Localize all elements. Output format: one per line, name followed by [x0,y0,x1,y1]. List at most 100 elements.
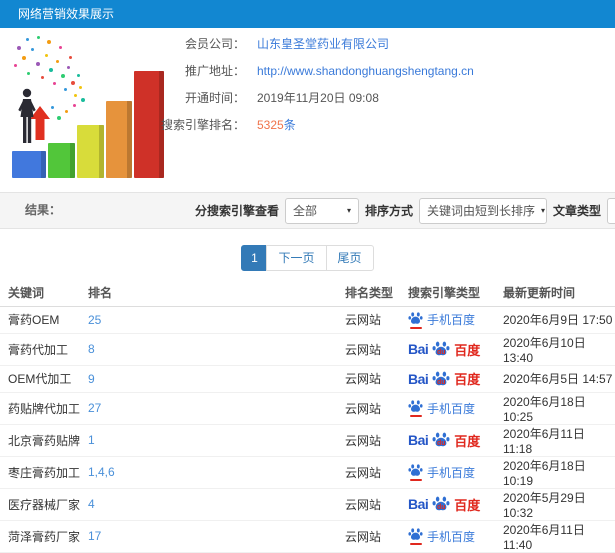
engine-filter-value: 全部 [293,204,318,218]
count-suffix: 条 [283,118,296,132]
confetti-dot [49,68,53,72]
bar-chart-bar [12,151,46,178]
rank-link[interactable]: 25 [88,313,101,327]
engine-label: 手机百度 [427,529,476,544]
rank-link[interactable]: 17 [88,529,101,543]
rank-type-cell: 云网站 [345,392,408,425]
filter-bar: 结果： 分搜索引擎查看 全部 ▾ 排序方式 关键词由短到长排序 ▾ 文章类型 全… [0,192,615,229]
mobile-baidu-icon [408,527,423,545]
confetti-dot [64,88,67,91]
mobile-baidu-icon [408,399,423,417]
engine-filter-label: 分搜索引擎查看 [195,204,280,218]
article-filter-label: 文章类型 [553,204,602,218]
mobile-baidu-badge[interactable]: 手机百度 [408,399,475,417]
engine-label: 手机百度 [427,465,476,480]
info-fields: 会员公司： 山东皇圣堂药业有限公司 推广地址： http://www.shandong… [115,30,605,138]
confetti-dot [36,62,40,66]
engine-cell: Bai du 百度 [408,365,503,393]
sort-filter-select[interactable]: 关键词由短到长排序 ▾ [419,197,548,224]
col-rank-type: 排名类型 [345,280,408,307]
info-label: 开通时间： [184,91,245,105]
paw-underline [409,543,422,545]
info-value-link[interactable]: 山东皇圣堂药业有限公司 [257,35,389,52]
updated-cell: 2020年6月11日 11:40 [503,520,615,553]
chevron-down-icon: ▾ [347,206,352,215]
rank-type-cell: 云网站 [345,488,408,521]
info-label: 会员公司： [184,37,245,51]
search-engine-rank-count[interactable]: 5325条 [257,116,296,133]
count-number: 5325 [257,118,284,132]
updated-cell: 2020年6月5日 14:57 [503,365,615,393]
table-row: 膏药代加工 8 云网站 Bai du 百度 2020年6月10日 13:40 [0,333,615,366]
mobile-baidu-badge[interactable]: 手机百度 [408,311,475,329]
confetti-dot [27,72,30,75]
updated-cell: 2020年6月9日 17:50 [503,306,615,334]
updated-cell: 2020年5月29日 10:32 [503,488,615,521]
sort-filter-label: 排序方式 [365,204,414,218]
baidu-logo-badge[interactable]: Bai du 百度 [408,369,480,388]
table-row: 北京膏药贴牌 1 云网站 Bai du 百度 2020年6月11日 11:18 [0,424,615,457]
col-keyword: 关键词 [0,280,88,307]
baidu-paw-du-icon: du [432,370,450,388]
baidu-logo-text-bai: Bai [408,370,429,387]
baidu-paw-icon [408,400,423,412]
confetti-dot [47,40,51,44]
last-page-button[interactable]: 尾页 [325,245,374,271]
mobile-baidu-icon [408,311,423,329]
engine-cell: Bai du 百度 [408,488,503,521]
keyword-cell: 药贴牌代加工 [0,392,88,425]
keyword-cell: OEM代加工 [0,365,88,393]
paw-underline [409,326,422,329]
baidu-logo-text-cn: 百度 [454,372,481,387]
engine-filter-select[interactable]: 全部 ▾ [285,197,360,224]
rank-link[interactable]: 1 [88,433,95,447]
page-1-button[interactable]: 1 [241,245,268,271]
paw-underline [409,479,422,481]
table-row: 药贴牌代加工 27 云网站 手机百度 2020年6月18日 10:25 [0,392,615,425]
table-row: 医疗器械厂家 4 云网站 Bai du 百度 2020年5月29日 10:32 [0,488,615,521]
rank-link[interactable]: 8 [88,342,95,356]
baidu-logo-text-du: du [437,349,446,356]
rank-link[interactable]: 9 [88,372,95,386]
pagination: 1 下一页 尾页 [0,245,615,271]
next-page-button[interactable]: 下一页 [266,245,327,271]
baidu-paw-icon [408,311,423,324]
confetti-dot [45,54,48,57]
engine-cell: 手机百度 [408,456,503,489]
engine-cell: 手机百度 [408,392,503,425]
rank-link[interactable]: 4 [88,497,95,511]
rank-link[interactable]: 27 [88,401,101,415]
confetti-dot [74,94,77,97]
article-filter-select[interactable]: 全部 ▾ [607,197,615,224]
info-label: 推广地址： [184,64,245,78]
baidu-paw-icon [408,464,423,476]
engine-label: 手机百度 [427,313,476,327]
engine-cell: 手机百度 [408,520,503,553]
baidu-logo-badge[interactable]: Bai du 百度 [408,495,480,514]
mobile-baidu-badge[interactable]: 手机百度 [408,463,475,481]
confetti-dot [56,60,59,63]
engine-cell: Bai du 百度 [408,333,503,366]
baidu-logo-text-bai: Bai [408,341,429,357]
col-updated: 最新更新时间 [503,280,615,307]
info-value-link[interactable]: http://www.shandonghuangshengtang.cn [257,64,474,78]
sort-filter-value: 关键词由短到长排序 [427,204,536,218]
keyword-cell: 菏泽膏药厂家 [0,520,88,553]
baidu-logo-badge[interactable]: Bai du 百度 [408,340,480,359]
baidu-logo-text-cn: 百度 [454,497,481,513]
rank-link[interactable]: 1,4,6 [88,465,115,479]
keyword-cell: 膏药OEM [0,306,88,334]
result-label: 结果： [25,203,62,217]
info-row: 开通时间： 2019年11月20日 09:08 [115,84,605,111]
baidu-paw-du-icon: du [432,495,450,513]
mobile-baidu-badge[interactable]: 手机百度 [408,527,475,545]
baidu-paw-icon [408,528,423,540]
title-bar: 网络营销效果展示 [0,0,615,28]
baidu-logo-text-du: du [437,504,446,511]
rank-type-cell: 云网站 [345,520,408,553]
confetti-dot [59,46,62,49]
baidu-logo-text-cn: 百度 [454,433,481,449]
baidu-logo-badge[interactable]: Bai du 百度 [408,431,480,450]
baidu-logo-text-bai: Bai [408,496,429,512]
table-row: 菏泽膏药厂家 17 云网站 手机百度 2020年6月11日 11:40 [0,520,615,553]
